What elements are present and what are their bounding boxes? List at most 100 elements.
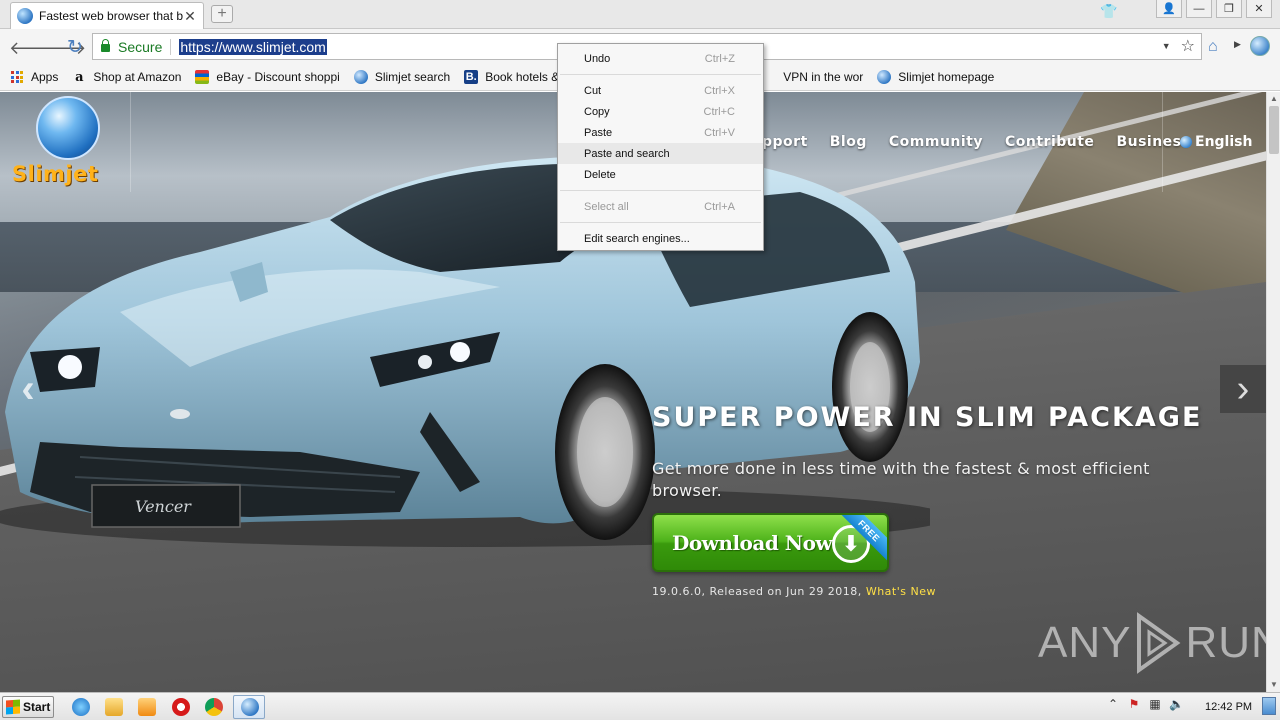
scroll-thumb[interactable] — [1269, 106, 1279, 154]
slimjet-favicon-icon — [17, 8, 33, 24]
menu-item-undo[interactable]: Undo Ctrl+Z — [558, 48, 763, 69]
menu-item-paste-and-search[interactable]: Paste and search — [558, 143, 763, 164]
language-selector[interactable]: English — [1180, 134, 1252, 150]
internet-explorer-icon[interactable] — [72, 698, 90, 716]
reload-icon[interactable]: ↻ — [67, 36, 83, 59]
menu-item-delete[interactable]: Delete — [558, 164, 763, 185]
hero-subtitle: Get more done in less time with the fast… — [652, 459, 1150, 500]
file-explorer-icon[interactable] — [105, 698, 123, 716]
network-icon[interactable]: ▦ — [1148, 697, 1162, 711]
anyrun-watermark: ANY RUN — [1038, 612, 1266, 674]
home-icon[interactable]: ⌂ — [1208, 38, 1218, 56]
booking-icon: B. — [464, 70, 479, 84]
omnibox-actions: ▼ ☆ — [1162, 38, 1195, 56]
show-desktop-button[interactable] — [1262, 697, 1276, 715]
windows-flag-icon — [6, 699, 20, 715]
bookmark-ebay[interactable]: eBay - Discount shoppi — [195, 70, 340, 84]
close-window-button[interactable]: ✕ — [1246, 0, 1272, 18]
tab-title: Fastest web browser that bl — [39, 9, 183, 23]
bookmark-star-icon[interactable]: ☆ — [1181, 36, 1195, 56]
nav-blog[interactable]: Blog — [830, 134, 867, 150]
bookmark-label: VPN in the wor — [783, 70, 864, 84]
slimjet-logo[interactable]: Slimjet — [8, 96, 130, 188]
menu-separator — [560, 74, 761, 75]
bookmark-label: Slimjet search — [374, 70, 451, 84]
secure-label: Secure — [118, 38, 172, 55]
bookmark-label: Apps — [31, 70, 59, 84]
menu-item-paste[interactable]: Paste Ctrl+V — [558, 122, 763, 143]
version-info: 19.0.6.0, Released on Jun 29 2018, What'… — [652, 585, 936, 598]
bookmark-apps[interactable]: Apps — [10, 70, 58, 84]
logo-globe-icon — [36, 96, 100, 160]
system-tray: ⌃ ⚑ ▦ 🔈 — [1106, 697, 1184, 711]
bookmark-label: eBay - Discount shoppi — [216, 70, 340, 84]
omnibox-dropdown-icon[interactable]: ▼ — [1162, 41, 1171, 56]
bookmark-label: Slimjet homepage — [898, 70, 995, 84]
nav-support[interactable]: pport — [762, 134, 808, 150]
download-now-button[interactable]: Download Now ⬇ FREE — [652, 513, 889, 572]
clock[interactable]: 12:42 PM — [1205, 701, 1252, 713]
tab-active[interactable]: Fastest web browser that bl ✕ — [10, 2, 204, 29]
volume-icon[interactable]: 🔈 — [1169, 697, 1184, 711]
tab-strip: Fastest web browser that bl ✕ + 👕 👤 — ❐ … — [0, 0, 1280, 29]
bookmark-slimjet-search[interactable]: Slimjet search — [353, 70, 451, 84]
media-player-icon[interactable] — [138, 698, 156, 716]
language-label: English — [1195, 134, 1253, 150]
watermark-left: ANY — [1038, 618, 1132, 667]
menu-arrow-icon[interactable]: ▶ — [1234, 39, 1241, 50]
nav-community[interactable]: Community — [889, 134, 983, 150]
header-divider — [130, 92, 131, 192]
menu-separator — [560, 190, 761, 191]
window-controls: 👤 — ❐ ✕ — [1156, 0, 1272, 18]
slimjet-icon — [241, 698, 259, 716]
globe-icon — [877, 70, 892, 84]
site-nav: pport Blog Community Contribute Business — [762, 134, 1190, 150]
menu-item-copy[interactable]: Copy Ctrl+C — [558, 101, 763, 122]
apps-grid-icon — [10, 70, 24, 84]
bookmark-vpn[interactable]: VPN in the wor — [783, 70, 863, 84]
hero-title: SUPER POWER IN SLIM PACKAGE — [652, 402, 1203, 433]
new-tab-button[interactable]: + — [211, 5, 233, 23]
page-scrollbar[interactable]: ▲ ▼ — [1266, 92, 1280, 692]
scroll-down-icon[interactable]: ▼ — [1269, 680, 1279, 690]
minimize-button[interactable]: — — [1186, 0, 1212, 18]
tab-close-icon[interactable]: ✕ — [183, 8, 197, 25]
menu-separator — [560, 222, 761, 223]
ebay-icon — [195, 70, 210, 84]
globe-icon — [353, 70, 368, 84]
context-menu: Undo Ctrl+Z Cut Ctrl+X Copy Ctrl+C Paste… — [557, 43, 764, 251]
slimjet-taskbar-button[interactable] — [233, 695, 265, 719]
scroll-up-icon[interactable]: ▲ — [1269, 94, 1279, 104]
license-plate-text: Vencer — [135, 497, 192, 516]
user-profile-icon[interactable]: 👤 — [1156, 0, 1182, 18]
bookmark-slimjet-homepage[interactable]: Slimjet homepage — [877, 70, 994, 84]
url-text[interactable]: https://www.slimjet.com — [179, 38, 327, 55]
header-divider — [1162, 92, 1163, 192]
nav-contribute[interactable]: Contribute — [1005, 134, 1094, 150]
watermark-right: RUN — [1185, 618, 1266, 667]
tray-expand-icon[interactable]: ⌃ — [1106, 697, 1120, 711]
menu-item-edit-search-engines[interactable]: Edit search engines... — [558, 228, 763, 249]
menu-item-select-all[interactable]: Select all Ctrl+A — [558, 196, 763, 217]
opera-icon[interactable] — [172, 698, 190, 716]
carousel-next-button[interactable]: › — [1220, 365, 1266, 413]
theme-shirt-icon[interactable]: 👕 — [1100, 3, 1118, 19]
start-label: Start — [23, 700, 51, 714]
watermark-play-icon — [1137, 612, 1181, 674]
language-globe-icon — [1180, 136, 1192, 148]
slimjet-menu-globe-icon[interactable] — [1250, 36, 1270, 56]
bookmark-amazon[interactable]: a Shop at Amazon — [72, 69, 182, 85]
carousel-prev-button[interactable]: ‹ — [8, 365, 48, 413]
bookmark-label: Shop at Amazon — [93, 70, 182, 84]
whats-new-link[interactable]: What's New — [866, 585, 936, 598]
restore-button[interactable]: ❐ — [1216, 0, 1242, 18]
taskbar: Start ⌃ ⚑ ▦ 🔈 12:42 PM — [0, 692, 1280, 720]
lock-icon — [101, 39, 110, 52]
chrome-icon[interactable] — [205, 698, 223, 716]
amazon-icon: a — [75, 69, 84, 85]
menu-item-cut[interactable]: Cut Ctrl+X — [558, 80, 763, 101]
start-button[interactable]: Start — [2, 696, 54, 718]
logo-text: Slimjet — [12, 162, 99, 186]
version-text: 19.0.6.0, Released on Jun 29 2018, — [652, 585, 862, 598]
action-center-flag-icon[interactable]: ⚑ — [1127, 697, 1141, 711]
